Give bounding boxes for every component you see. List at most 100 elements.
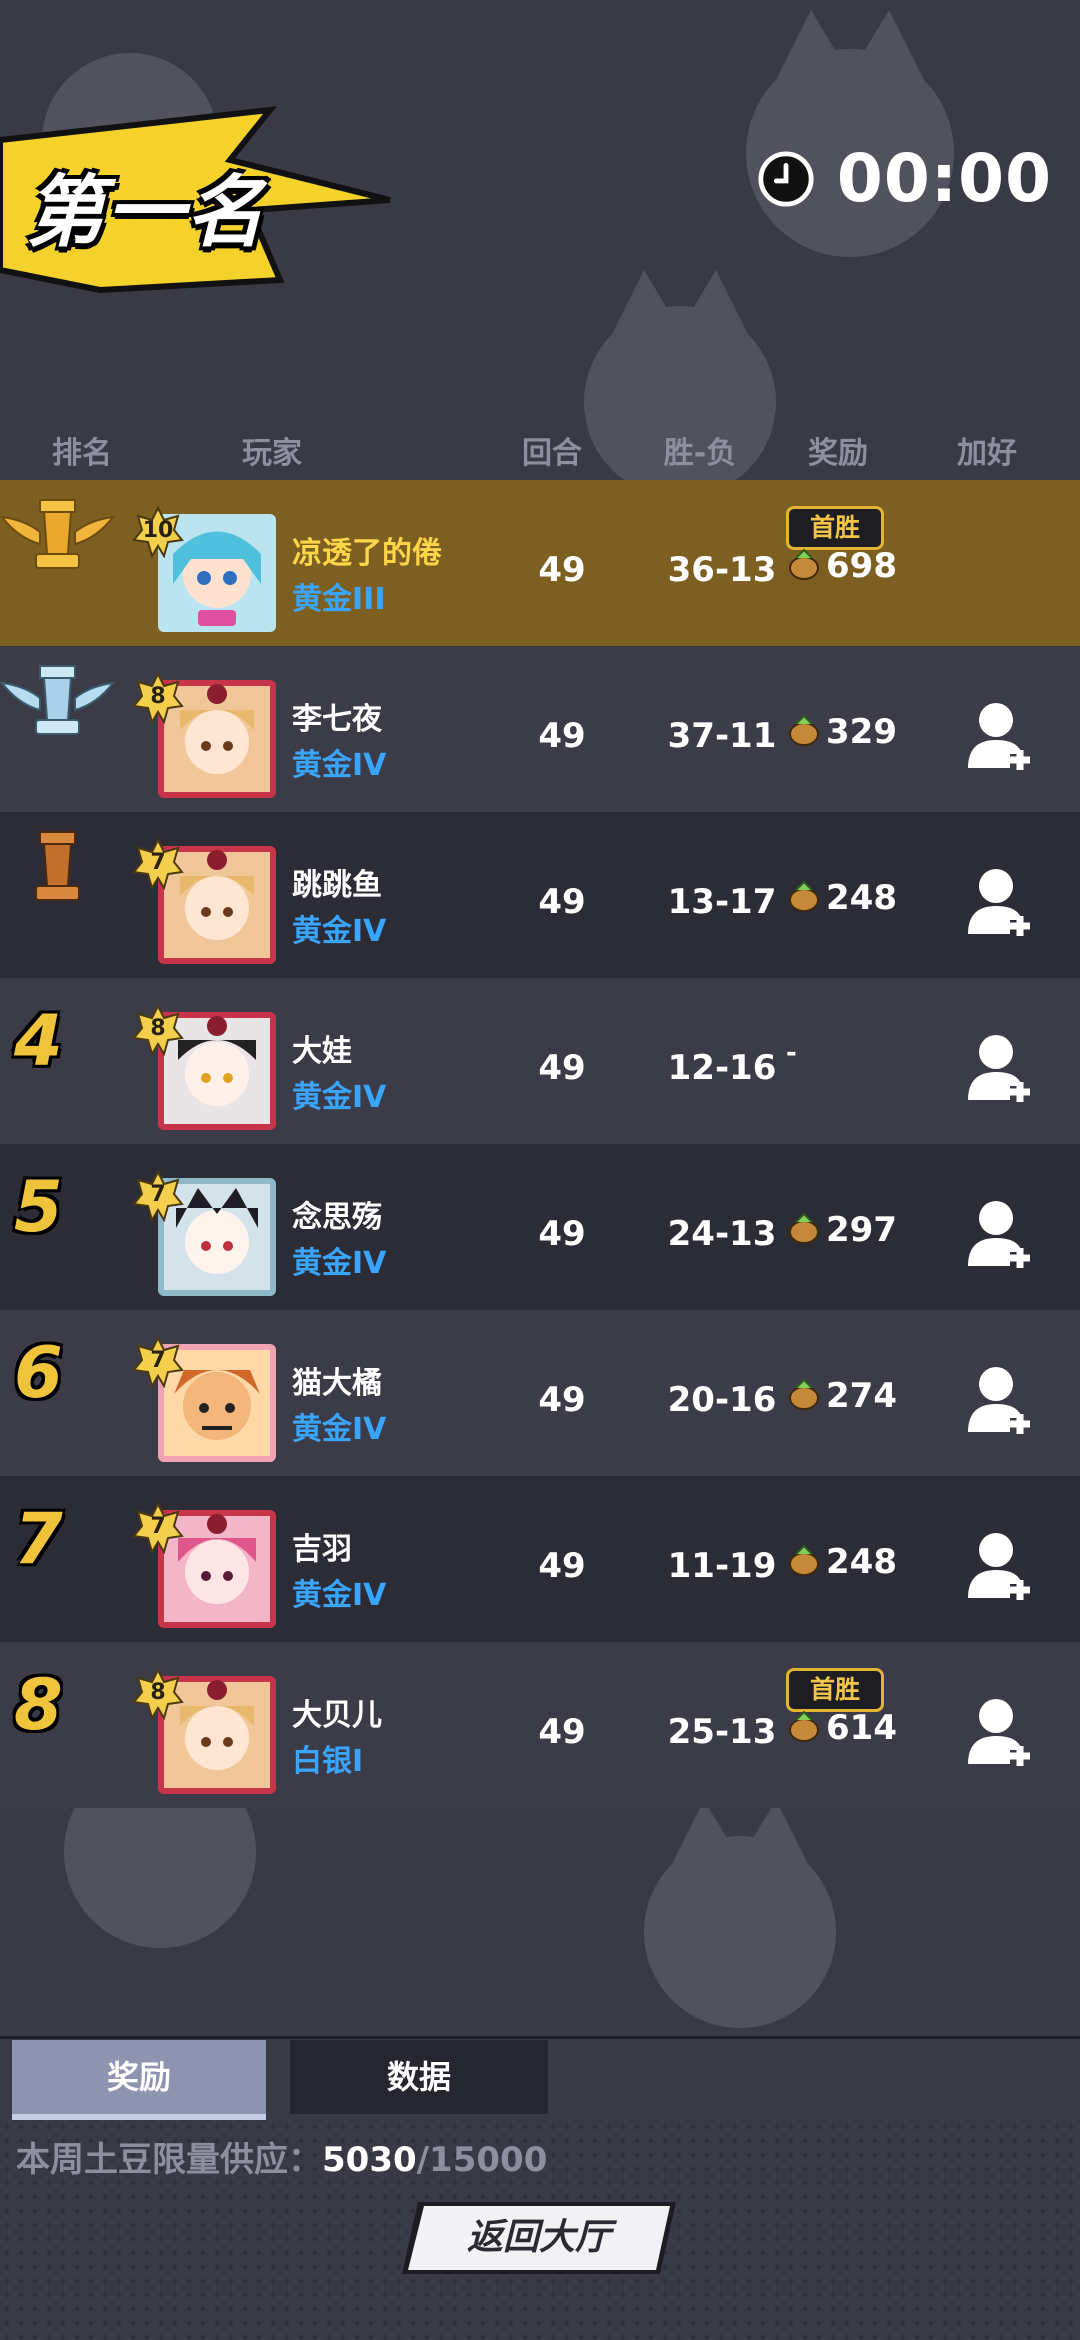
player-name: 吉羽	[292, 1532, 352, 1567]
reward-value: 297	[826, 1210, 897, 1250]
placement-title: 第一名	[26, 168, 267, 258]
win-loss-value: 12-16	[667, 1048, 777, 1088]
player-tier: 黄金IV	[292, 1080, 387, 1115]
reward: 274	[786, 1376, 897, 1416]
level-badge: 7	[132, 1336, 184, 1388]
rounds-value: 49	[538, 882, 586, 922]
col-win-loss: 胜-负	[663, 436, 737, 471]
reward-value: 248	[826, 878, 897, 918]
timer-value: 00:00	[836, 140, 1052, 217]
potato-icon	[789, 548, 819, 580]
reward: 698	[786, 546, 897, 586]
first-win-badge: 首胜	[786, 1668, 884, 1712]
level-badge: 8	[132, 1668, 184, 1720]
tab-data[interactable]: 数据	[290, 2040, 548, 2114]
leaderboard-row: 10 凉透了的倦 黄金III 49 36-13 首胜 698	[0, 480, 1080, 646]
reward: 248	[786, 878, 897, 918]
level-badge: 10	[132, 506, 184, 558]
add-friend-icon[interactable]	[966, 1196, 1036, 1270]
back-to-lobby-label: 返回大厅	[466, 2217, 611, 2258]
leaderboard-row: 7 7 吉羽 黄金IV 49 11-19 248	[0, 1476, 1080, 1642]
player-tier: 黄金IV	[292, 1246, 387, 1281]
win-loss-value: 25-13	[667, 1712, 777, 1752]
supply-label: 本周土豆限量供应：	[16, 2140, 322, 2180]
reward-value: 614	[826, 1708, 897, 1748]
first-win-badge: 首胜	[786, 506, 884, 550]
tab-reward[interactable]: 奖励	[12, 2040, 266, 2120]
player-tier: 黄金IV	[292, 748, 387, 783]
add-friend-icon[interactable]	[966, 864, 1036, 938]
player-tier: 黄金III	[292, 582, 386, 617]
potato-icon	[789, 880, 819, 912]
player-name: 猫大橘	[292, 1366, 382, 1401]
leaderboard: 10 凉透了的倦 黄金III 49 36-13 首胜 698 8 李七夜 黄金I…	[0, 480, 1080, 1808]
level-badge: 7	[132, 1170, 184, 1222]
add-friend-icon[interactable]	[966, 1528, 1036, 1602]
add-friend-icon[interactable]	[966, 1362, 1036, 1436]
rounds-value: 49	[538, 550, 586, 590]
back-to-lobby-button[interactable]: 返回大厅	[402, 2200, 676, 2276]
reward-value: 329	[826, 712, 897, 752]
leaderboard-row: 7 跳跳鱼 黄金IV 49 13-17 248	[0, 812, 1080, 978]
reward-value: -	[786, 1038, 797, 1068]
player-name: 大贝儿	[292, 1698, 382, 1733]
gold-rook-trophy-icon	[0, 499, 115, 569]
column-headers: 排名 玩家 回合 胜-负 奖励 加好友	[0, 428, 1080, 515]
player-tier: 白银I	[292, 1744, 364, 1779]
add-friend-icon[interactable]	[966, 1694, 1036, 1768]
potato-icon	[789, 1378, 819, 1410]
clock-icon	[758, 150, 814, 207]
reward: 329	[786, 712, 897, 752]
col-rounds: 回合	[522, 436, 582, 471]
player-tier: 黄金IV	[292, 1578, 387, 1613]
level-badge: 7	[132, 1502, 184, 1554]
rounds-value: 49	[538, 716, 586, 756]
win-loss-value: 11-19	[667, 1546, 777, 1586]
player-name: 李七夜	[292, 702, 382, 737]
col-reward: 奖励	[808, 436, 868, 471]
rounds-value: 49	[538, 1546, 586, 1586]
reward: -	[786, 1038, 797, 1068]
win-loss-value: 37-11	[667, 716, 777, 756]
add-friend-icon[interactable]	[966, 1030, 1036, 1104]
win-loss-value: 20-16	[667, 1380, 777, 1420]
supply-total: /15000	[416, 2140, 548, 2180]
win-loss-value: 36-13	[667, 550, 777, 590]
tabs-divider	[0, 2036, 1080, 2039]
silver-rook-trophy-icon	[0, 665, 115, 735]
rounds-value: 49	[538, 1214, 586, 1254]
reward: 614	[786, 1708, 897, 1748]
reward-value: 274	[826, 1376, 897, 1416]
add-friend-icon[interactable]	[966, 698, 1036, 772]
bronze-rook-trophy-icon	[35, 831, 80, 901]
rank-number: 7	[14, 1498, 63, 1580]
col-rank: 排名	[52, 436, 112, 471]
level-badge: 7	[132, 838, 184, 890]
rank-number: 6	[14, 1332, 63, 1414]
player-name: 大娃	[292, 1034, 352, 1069]
leaderboard-row: 6 7 猫大橘 黄金IV 49 20-16 274	[0, 1310, 1080, 1476]
leaderboard-row: 5 7 念思殇 黄金IV 49 24-13 297	[0, 1144, 1080, 1310]
player-tier: 黄金IV	[292, 1412, 387, 1447]
reward-value: 248	[826, 1542, 897, 1582]
potato-icon	[789, 1212, 819, 1244]
leaderboard-row: 8 8 大贝儿 白银I 49 25-13 首胜 614	[0, 1642, 1080, 1808]
weekly-supply: 本周土豆限量供应：5030/15000	[16, 2132, 547, 2181]
level-badge: 8	[132, 672, 184, 724]
reward: 248	[786, 1542, 897, 1582]
col-player: 玩家	[242, 436, 302, 471]
potato-icon	[789, 1710, 819, 1742]
player-name: 念思殇	[292, 1200, 382, 1235]
win-loss-value: 13-17	[667, 882, 777, 922]
rank-number: 8	[14, 1664, 63, 1746]
win-loss-value: 24-13	[667, 1214, 777, 1254]
player-name: 凉透了的倦	[292, 536, 442, 571]
rounds-value: 49	[538, 1048, 586, 1088]
player-name: 跳跳鱼	[292, 868, 382, 903]
leaderboard-row: 8 李七夜 黄金IV 49 37-11 329	[0, 646, 1080, 812]
rounds-value: 49	[538, 1380, 586, 1420]
potato-icon	[789, 1544, 819, 1576]
timer: 00:00	[757, 140, 1052, 217]
rank-number: 4	[14, 1000, 63, 1082]
supply-current: 5030	[322, 2140, 417, 2180]
